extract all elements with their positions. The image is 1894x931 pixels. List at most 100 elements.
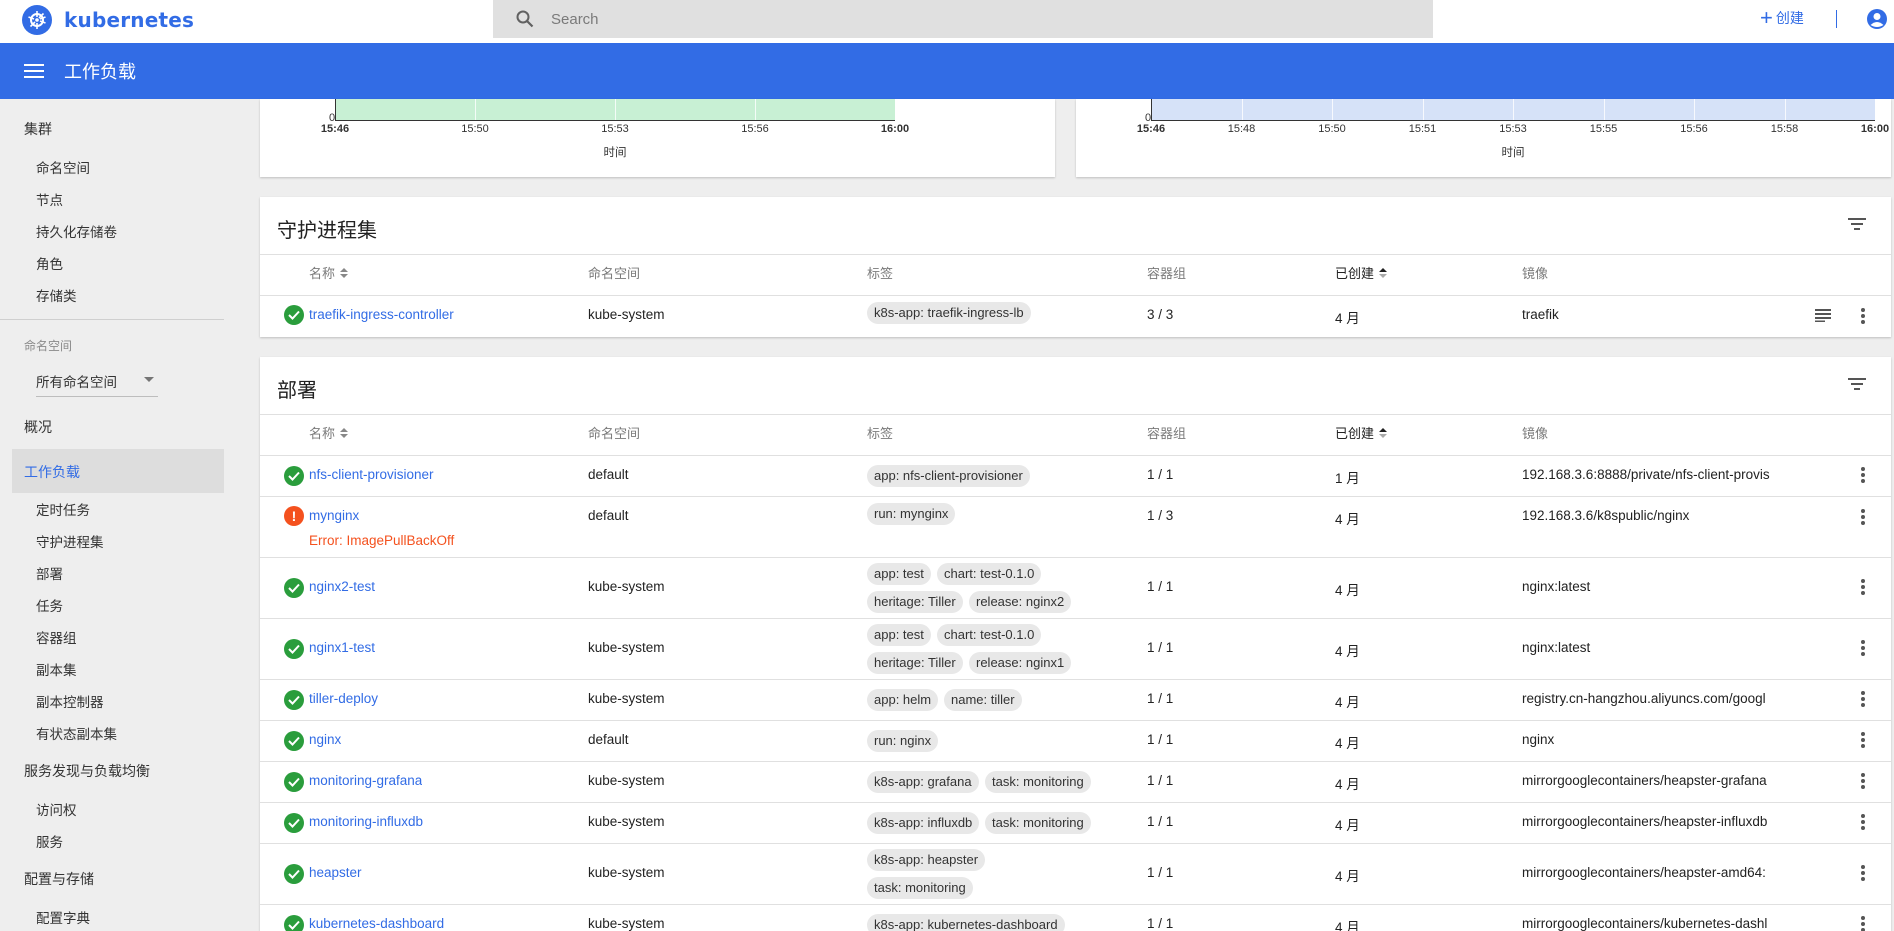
more-vert-icon[interactable] bbox=[1861, 639, 1865, 658]
more-vert-icon[interactable] bbox=[1861, 509, 1865, 527]
more-vert-icon[interactable] bbox=[1861, 864, 1865, 883]
label-chip: name: tiller bbox=[944, 688, 1022, 711]
kubernetes-logo[interactable]: kubernetes bbox=[22, 5, 194, 35]
deployment-name-link[interactable]: kubernetes-dashboard bbox=[309, 916, 444, 931]
deployments-column-header-created[interactable]: 已创建 bbox=[1335, 423, 1388, 442]
sidebar-item-workloads[interactable]: 工作负载 bbox=[12, 449, 224, 493]
more-vert-icon[interactable] bbox=[1861, 915, 1865, 931]
header-divider bbox=[1836, 10, 1837, 28]
namespace-select[interactable]: 所有命名空间 bbox=[36, 369, 158, 397]
chart-x-tick-label: 15:51 bbox=[1408, 123, 1437, 135]
deployment-name-link[interactable]: nginx2-test bbox=[309, 579, 375, 594]
more-vert-icon[interactable] bbox=[1861, 731, 1865, 750]
menu-icon[interactable] bbox=[24, 64, 44, 78]
chart-gridline bbox=[1332, 99, 1333, 120]
daemon-sets-column-header-name[interactable]: 名称 bbox=[309, 263, 349, 282]
dot bbox=[1861, 466, 1865, 471]
sort-icon[interactable] bbox=[340, 267, 349, 278]
dot bbox=[1861, 478, 1865, 483]
sort-icon[interactable] bbox=[1379, 427, 1388, 438]
more-vert-icon[interactable] bbox=[1861, 578, 1865, 597]
more-vert-icon[interactable] bbox=[1861, 308, 1865, 326]
deployments-column-header-name[interactable]: 名称 bbox=[309, 423, 349, 442]
sidebar-item-replica-sets[interactable]: 副本集 bbox=[36, 659, 77, 679]
namespace-cell: kube-system bbox=[588, 773, 665, 788]
daemon-set-name-link[interactable]: traefik-ingress-controller bbox=[309, 307, 454, 322]
dot bbox=[1861, 639, 1865, 644]
label-chip: chart: test-0.1.0 bbox=[937, 624, 1042, 646]
filter-icon[interactable] bbox=[1848, 377, 1866, 394]
sidebar-item-persistent-volumes[interactable]: 持久化存储卷 bbox=[36, 221, 117, 241]
dot bbox=[1861, 702, 1865, 707]
more-vert-icon[interactable] bbox=[1861, 772, 1865, 791]
table-row: ! mynginx Error: ImagePullBackOff default ru… bbox=[260, 496, 1891, 557]
sidebar-item-nodes[interactable]: 节点 bbox=[36, 189, 63, 209]
sidebar-item-deployments[interactable]: 部署 bbox=[36, 563, 63, 583]
deployment-name-link[interactable]: mynginx bbox=[309, 508, 359, 523]
sidebar-section-cluster[interactable]: 集群 bbox=[24, 119, 52, 139]
image-cell: mirrorgooglecontainers/kubernetes-dashl bbox=[1522, 916, 1768, 931]
deployment-name-link[interactable]: monitoring-grafana bbox=[309, 773, 422, 788]
plus-icon: + bbox=[1760, 5, 1773, 30]
search-input[interactable] bbox=[551, 10, 1351, 28]
sort-icon[interactable] bbox=[1379, 267, 1388, 278]
sidebar-item-cron-jobs[interactable]: 定时任务 bbox=[36, 499, 90, 519]
chart-y-axis bbox=[335, 99, 336, 120]
sidebar-section-config[interactable]: 配置与存储 bbox=[24, 869, 94, 889]
sidebar-item-namespaces[interactable]: 命名空间 bbox=[36, 157, 90, 177]
sidebar-item-services[interactable]: 服务 bbox=[36, 831, 63, 851]
chart-gridline bbox=[1603, 99, 1605, 120]
dot bbox=[1861, 743, 1865, 748]
filter-icon[interactable] bbox=[1848, 217, 1866, 234]
sort-down-icon bbox=[340, 273, 349, 278]
search-icon bbox=[516, 10, 534, 28]
namespace-cell: kube-system bbox=[588, 691, 665, 706]
image-cell: traefik bbox=[1522, 307, 1559, 322]
chart-x-tick-label: 15:56 bbox=[1680, 123, 1708, 135]
sidebar-section-discovery[interactable]: 服务发现与负载均衡 bbox=[24, 761, 150, 781]
chart-x-tick-label: 15:53 bbox=[1499, 123, 1527, 135]
deployment-name-link[interactable]: nginx1-test bbox=[309, 640, 375, 655]
deployment-name-link[interactable]: heapster bbox=[309, 865, 362, 880]
label-chip: app: nfs-client-provisioner bbox=[867, 464, 1030, 487]
sidebar-item-config-maps[interactable]: 配置字典 bbox=[36, 907, 90, 927]
sidebar-item-overview[interactable]: 概况 bbox=[24, 417, 52, 437]
sidebar-item-jobs[interactable]: 任务 bbox=[36, 595, 63, 615]
sidebar-item-storage-classes[interactable]: 存储类 bbox=[36, 285, 77, 305]
deployment-name-link[interactable]: nfs-client-provisioner bbox=[309, 467, 434, 482]
label-chip: release: nginx1 bbox=[969, 652, 1072, 674]
account-icon[interactable] bbox=[1866, 8, 1888, 33]
sidebar-item-roles[interactable]: 角色 bbox=[36, 253, 63, 273]
deployment-name-link[interactable]: nginx bbox=[309, 732, 341, 747]
deployment-name-link[interactable]: tiller-deploy bbox=[309, 691, 378, 706]
sidebar-item-pods[interactable]: 容器组 bbox=[36, 627, 77, 647]
namespace-cell: default bbox=[588, 732, 629, 747]
search-bar[interactable] bbox=[493, 0, 1433, 38]
more-vert-icon[interactable] bbox=[1861, 466, 1865, 485]
logs-icon[interactable] bbox=[1815, 309, 1831, 325]
chart-x-tick-label: 15:55 bbox=[1589, 123, 1618, 135]
dot bbox=[1861, 314, 1865, 318]
dot bbox=[1861, 772, 1865, 777]
more-vert-icon[interactable] bbox=[1861, 813, 1865, 832]
sidebar-item-stateful-sets[interactable]: 有状态副本集 bbox=[36, 723, 117, 743]
created-cell: 4 月 bbox=[1335, 644, 1360, 659]
more-vert-icon[interactable] bbox=[1861, 690, 1865, 709]
namespace-cell: default bbox=[588, 508, 629, 523]
daemon-sets-title: 守护进程集 bbox=[277, 220, 377, 242]
status-ok-icon bbox=[284, 812, 304, 833]
deployment-name-link[interactable]: monitoring-influxdb bbox=[309, 814, 423, 829]
pods-header-label: 容器组 bbox=[1147, 426, 1187, 441]
sidebar-item-ingresses[interactable]: 访问权 bbox=[36, 799, 77, 819]
chart-x-axis bbox=[1151, 120, 1875, 121]
sidebar-item-replication-controllers[interactable]: 副本控制器 bbox=[36, 691, 104, 711]
create-button[interactable]: + 创建 bbox=[1760, 5, 1804, 30]
pods-cell: 1 / 1 bbox=[1147, 691, 1174, 706]
deployments-column-header-namespace: 命名空间 bbox=[588, 423, 640, 442]
daemon-sets-column-header-created[interactable]: 已创建 bbox=[1335, 263, 1388, 282]
label-chip: heritage: Tiller bbox=[867, 652, 963, 674]
sort-icon[interactable] bbox=[340, 427, 349, 438]
sidebar-item-daemon-sets[interactable]: 守护进程集 bbox=[36, 531, 104, 551]
label-chip: release: nginx2 bbox=[969, 591, 1072, 613]
label-chip: task: monitoring bbox=[985, 811, 1091, 834]
